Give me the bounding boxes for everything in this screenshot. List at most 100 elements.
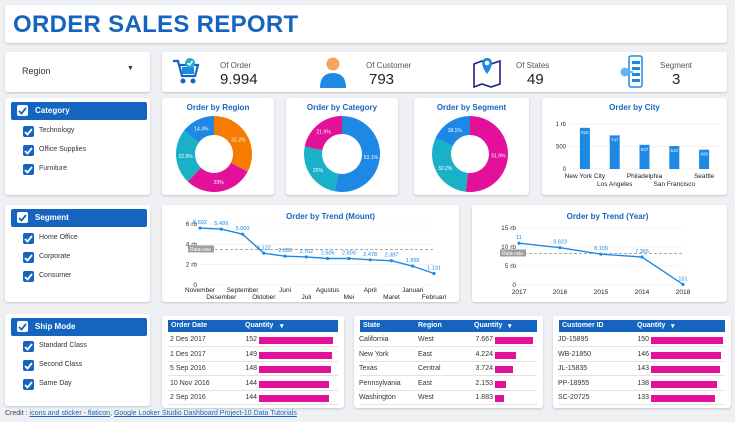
- table-cell: West: [418, 394, 434, 401]
- data-point[interactable]: [411, 264, 415, 268]
- checkbox-all-icon[interactable]: [17, 321, 28, 332]
- column-header-quantity[interactable]: Quantity: [474, 322, 502, 329]
- data-point[interactable]: [558, 246, 562, 250]
- category-filter-header[interactable]: Category: [11, 102, 147, 120]
- quantity-bar: [259, 351, 332, 359]
- checkbox-checked-icon[interactable]: [23, 126, 34, 137]
- sort-desc-icon[interactable]: ▾: [280, 322, 284, 330]
- donut-slice[interactable]: [214, 116, 252, 172]
- column-header-region[interactable]: Region: [418, 322, 442, 329]
- data-point[interactable]: [389, 259, 394, 263]
- checkbox-checked-icon[interactable]: [23, 233, 34, 244]
- table-header: Order Date Quantity ▾: [168, 320, 338, 332]
- sort-desc-icon[interactable]: ▾: [671, 322, 675, 330]
- column-header-order-date[interactable]: Order Date: [171, 322, 207, 329]
- data-point[interactable]: [198, 226, 202, 230]
- kpi-customers: Of Customer 793: [312, 52, 452, 92]
- data-point[interactable]: [219, 227, 223, 231]
- x-tick-label: Los Angeles: [597, 181, 633, 188]
- checkbox-all-icon[interactable]: [17, 105, 28, 116]
- filter-option-label: Corporate: [39, 253, 71, 260]
- kpi-value: 3: [672, 71, 681, 88]
- checkbox-checked-icon[interactable]: [23, 145, 34, 156]
- kpi-orders: Of Order 9.994: [170, 52, 300, 92]
- table-cell: 5 Sep 2016: [170, 365, 206, 372]
- data-point[interactable]: [240, 232, 245, 236]
- data-point[interactable]: [599, 252, 603, 256]
- checkbox-checked-icon[interactable]: [23, 164, 34, 175]
- row-divider: [559, 389, 725, 391]
- checkbox-checked-icon[interactable]: [23, 271, 34, 282]
- kpi-label: Of States: [516, 61, 550, 70]
- data-point[interactable]: [681, 282, 685, 287]
- filter-option-label: Home Office: [39, 234, 78, 241]
- row-divider: [168, 389, 338, 391]
- filter-option-label: Technology: [39, 127, 75, 134]
- checkbox-checked-icon[interactable]: [23, 252, 34, 263]
- data-point[interactable]: [517, 241, 521, 245]
- kpi-value: 793: [369, 71, 395, 88]
- checkbox-checked-icon[interactable]: [23, 360, 34, 371]
- point-value-label: 5.499: [214, 221, 228, 227]
- checkbox-all-icon[interactable]: [17, 212, 28, 223]
- filter-option-label: Furniture: [39, 165, 68, 172]
- table-cell: SC-20725: [558, 394, 590, 401]
- table-cell: Texas: [359, 365, 378, 372]
- data-point[interactable]: [262, 251, 266, 255]
- quantity-bar: [495, 395, 505, 402]
- customer-table: Customer ID Quantity ▾ JD-15895 150 WB-218…: [553, 316, 731, 408]
- quantity-bar: [259, 380, 330, 388]
- filter-option-label: Same Day: [39, 380, 72, 387]
- region-donut-chart: 32.2% 29% 22.9% 14.4%: [176, 116, 252, 192]
- quantity-bar: [495, 366, 514, 373]
- credit-line: Credit : icons and sticker - flaticon, G…: [5, 410, 297, 417]
- shipmode-filter-header[interactable]: Ship Mode: [11, 318, 147, 336]
- table-cell: West: [418, 336, 434, 343]
- checkbox-checked-icon[interactable]: [23, 379, 34, 390]
- point-value-label: 1.131: [427, 266, 441, 272]
- table-cell: Washington: [359, 394, 396, 401]
- segment-filter-header[interactable]: Segment: [11, 209, 147, 227]
- state-table: State Region Quantity ▾ California West 7.…: [354, 316, 543, 408]
- data-point[interactable]: [368, 258, 372, 262]
- kpi-value: 49: [527, 71, 544, 88]
- point-value-label: 2.478: [363, 252, 377, 258]
- quantity-bar: [495, 337, 533, 344]
- segment-network-icon: [620, 55, 643, 88]
- data-point[interactable]: [432, 271, 436, 276]
- column-header-quantity[interactable]: Quantity: [245, 322, 273, 329]
- data-point[interactable]: [347, 256, 351, 261]
- credit-link-tutorial[interactable]: Google Looker Studio Dashboard Project-1…: [114, 410, 297, 417]
- credit-link-flaticon[interactable]: icons and sticker - flaticon: [30, 410, 111, 417]
- row-divider: [559, 404, 725, 405]
- data-point[interactable]: [283, 254, 287, 258]
- donut-slice[interactable]: [432, 137, 468, 192]
- column-header-customer-id[interactable]: Customer ID: [562, 322, 604, 329]
- filter-header-label: Ship Mode: [35, 322, 76, 331]
- filter-header-label: Segment: [35, 213, 69, 222]
- data-point[interactable]: [640, 255, 644, 259]
- table-cell: 4.224: [475, 350, 493, 358]
- sort-desc-icon[interactable]: ▾: [508, 322, 512, 330]
- region-dropdown-label: Region: [22, 66, 51, 76]
- x-tick-label: Seattle: [694, 173, 715, 180]
- slice-value-label: 53.1%: [364, 155, 379, 161]
- row-divider: [168, 375, 338, 376]
- row-divider: [168, 404, 338, 405]
- region-dropdown[interactable]: Region ▼: [5, 52, 150, 92]
- table-cell: PP-18955: [558, 379, 590, 387]
- x-tick-label: Desember: [206, 294, 237, 301]
- table-header: State Region Quantity ▾: [360, 320, 537, 332]
- point-value-label: 3.122: [257, 245, 271, 251]
- y-tick-label: 2 rb: [186, 262, 198, 269]
- data-point[interactable]: [326, 256, 330, 261]
- point-value-label: 2.606: [321, 251, 335, 257]
- slice-value-label: 25%: [313, 168, 324, 174]
- map-pin-icon: [473, 58, 501, 89]
- column-header-state[interactable]: State: [363, 322, 380, 329]
- data-point[interactable]: [304, 255, 308, 259]
- column-header-quantity[interactable]: Quantity: [637, 322, 665, 329]
- checkbox-checked-icon[interactable]: [23, 341, 34, 352]
- segment-filter: Segment Home Office Corporate Consumer: [5, 205, 150, 302]
- x-tick-label: September: [227, 287, 260, 294]
